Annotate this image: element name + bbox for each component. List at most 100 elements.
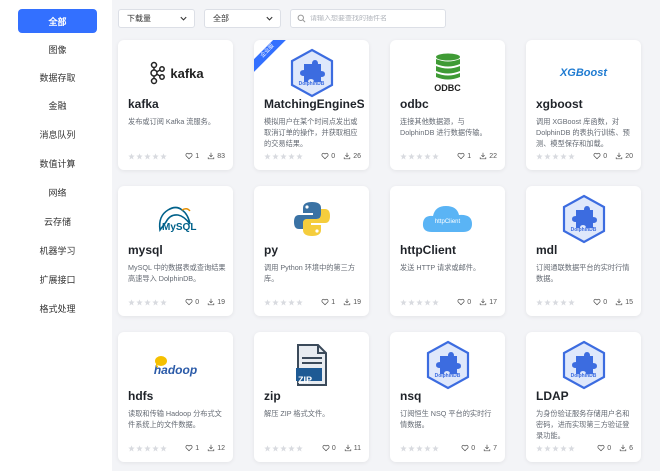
star-icon[interactable] (400, 153, 407, 160)
sidebar-item-cloud-storage[interactable]: 云存储 (18, 209, 97, 233)
download-icon[interactable] (479, 152, 487, 160)
plugin-card-xgboost[interactable]: XGBoost xgboost 调用 XGBoost 库函数，对 Dolphin… (526, 40, 641, 170)
download-icon[interactable] (615, 152, 623, 160)
star-icon[interactable] (128, 153, 135, 160)
download-icon[interactable] (619, 444, 627, 452)
star-icon[interactable] (416, 153, 423, 160)
star-icon[interactable] (280, 445, 287, 452)
search-input[interactable] (310, 15, 440, 22)
star-icon[interactable] (568, 153, 575, 160)
rating-stars[interactable] (536, 153, 575, 162)
star-icon[interactable] (160, 153, 167, 160)
star-icon[interactable] (136, 153, 143, 160)
download-icon[interactable] (479, 298, 487, 306)
star-icon[interactable] (288, 445, 295, 452)
star-icon[interactable] (544, 299, 551, 306)
plugin-card-py[interactable]: py 调用 Python 环境中的第三方库。 1 19 (254, 186, 369, 316)
rating-stars[interactable] (128, 299, 167, 308)
sidebar-item-format[interactable]: 格式处理 (18, 296, 97, 320)
rating-stars[interactable] (400, 299, 439, 308)
star-icon[interactable] (288, 299, 295, 306)
rating-stars[interactable] (264, 153, 303, 162)
rating-stars[interactable] (536, 299, 575, 308)
rating-stars[interactable] (264, 299, 303, 308)
heart-icon[interactable] (597, 444, 605, 452)
sidebar-item-numeric[interactable]: 数值计算 (18, 151, 97, 175)
download-icon[interactable] (207, 298, 215, 306)
star-icon[interactable] (296, 299, 303, 306)
rating-stars[interactable] (536, 445, 575, 454)
star-icon[interactable] (424, 299, 431, 306)
download-icon[interactable] (207, 152, 215, 160)
plugin-card-httpclient[interactable]: httpClient httpClient 发送 HTTP 请求或邮件。 0 1… (390, 186, 505, 316)
sidebar-item-data-access[interactable]: 数据存取 (18, 65, 97, 89)
star-icon[interactable] (552, 445, 559, 452)
sort-select[interactable]: 下载量 (118, 9, 195, 28)
star-icon[interactable] (296, 153, 303, 160)
download-icon[interactable] (207, 444, 215, 452)
star-icon[interactable] (432, 445, 439, 452)
heart-icon[interactable] (185, 152, 193, 160)
star-icon[interactable] (160, 445, 167, 452)
rating-stars[interactable] (400, 445, 439, 454)
plugin-card-nsq[interactable]: DolphinDB nsq 订阅恒生 NSQ 平台的实时行情数据。 0 7 (390, 332, 505, 462)
download-icon[interactable] (483, 444, 491, 452)
star-icon[interactable] (400, 299, 407, 306)
plugin-card-kafka[interactable]: kafka kafka 发布或订阅 Kafka 流服务。 1 83 (118, 40, 233, 170)
heart-icon[interactable] (321, 298, 329, 306)
star-icon[interactable] (152, 299, 159, 306)
plugin-card-mysql[interactable]: MySQL mysql MySQL 中的数据表或查询结果高速导入 Dolphin… (118, 186, 233, 316)
heart-icon[interactable] (185, 444, 193, 452)
star-icon[interactable] (560, 153, 567, 160)
star-icon[interactable] (552, 299, 559, 306)
star-icon[interactable] (272, 299, 279, 306)
star-icon[interactable] (264, 299, 271, 306)
sidebar-item-image[interactable]: 图像 (18, 37, 97, 61)
plugin-card-mdl[interactable]: DolphinDB mdl 订阅通联数据平台的实时行情数据。 0 15 (526, 186, 641, 316)
download-icon[interactable] (343, 298, 351, 306)
download-icon[interactable] (343, 152, 351, 160)
star-icon[interactable] (560, 445, 567, 452)
star-icon[interactable] (144, 153, 151, 160)
star-icon[interactable] (264, 445, 271, 452)
sidebar-item-finance[interactable]: 金融 (18, 93, 97, 117)
rating-stars[interactable] (128, 153, 167, 162)
star-icon[interactable] (136, 299, 143, 306)
star-icon[interactable] (560, 299, 567, 306)
download-icon[interactable] (344, 444, 352, 452)
star-icon[interactable] (416, 299, 423, 306)
heart-icon[interactable] (457, 298, 465, 306)
category-select[interactable]: 全部 (204, 9, 281, 28)
star-icon[interactable] (408, 299, 415, 306)
star-icon[interactable] (432, 153, 439, 160)
star-icon[interactable] (400, 445, 407, 452)
plugin-card-hdfs[interactable]: hadoop hdfs 读取和传输 Hadoop 分布式文件系统上的文件数据。 … (118, 332, 233, 462)
sidebar-item-machine-learning[interactable]: 机器学习 (18, 238, 97, 262)
rating-stars[interactable] (264, 445, 303, 454)
star-icon[interactable] (160, 299, 167, 306)
rating-stars[interactable] (400, 153, 439, 162)
heart-icon[interactable] (461, 444, 469, 452)
star-icon[interactable] (280, 153, 287, 160)
star-icon[interactable] (544, 153, 551, 160)
star-icon[interactable] (536, 153, 543, 160)
star-icon[interactable] (144, 445, 151, 452)
star-icon[interactable] (272, 445, 279, 452)
sidebar-item-message-queue[interactable]: 消息队列 (18, 122, 97, 146)
star-icon[interactable] (144, 299, 151, 306)
star-icon[interactable] (432, 299, 439, 306)
star-icon[interactable] (296, 445, 303, 452)
star-icon[interactable] (152, 445, 159, 452)
heart-icon[interactable] (457, 152, 465, 160)
star-icon[interactable] (272, 153, 279, 160)
star-icon[interactable] (264, 153, 271, 160)
plugin-card-ldap[interactable]: DolphinDB LDAP 为身份验证服务存储用户名和密码，进而实现第三方验证… (526, 332, 641, 462)
star-icon[interactable] (288, 153, 295, 160)
heart-icon[interactable] (593, 152, 601, 160)
plugin-card-odbc[interactable]: ODBC odbc 连接其他数据源，与 DolphinDB 进行数据传输。 1 … (390, 40, 505, 170)
star-icon[interactable] (152, 153, 159, 160)
star-icon[interactable] (424, 445, 431, 452)
star-icon[interactable] (568, 445, 575, 452)
star-icon[interactable] (136, 445, 143, 452)
star-icon[interactable] (408, 445, 415, 452)
